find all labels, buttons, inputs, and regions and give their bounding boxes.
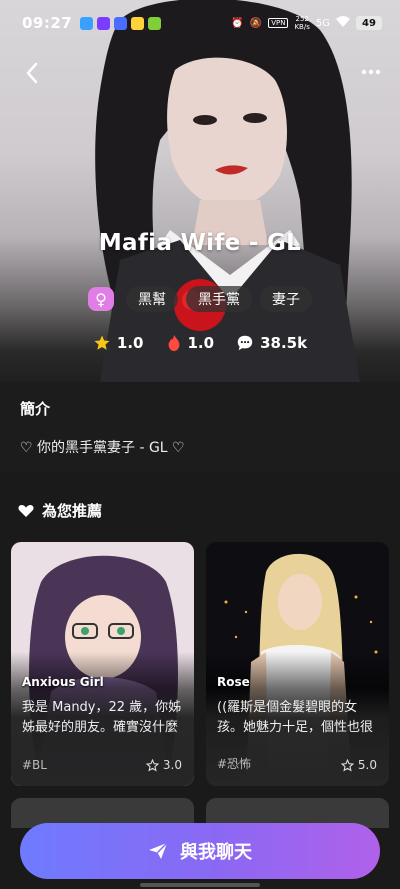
star-outline-icon	[145, 758, 159, 771]
intro-section: 簡介 ♡ 你的黑手黨妻子 - GL ♡	[0, 382, 400, 472]
signal-label: 5G	[315, 17, 330, 29]
tag-chip[interactable]: 妻子	[260, 286, 312, 312]
recommend-card[interactable]: Rose ((羅斯是個金髮碧眼的女孩。她魅力十足，個性也很好。她對每個人都很… …	[206, 542, 389, 786]
net-speed-unit: KB/s	[294, 23, 310, 31]
card-rating-value: 5.0	[357, 758, 377, 772]
card-name: Anxious Girl	[22, 675, 104, 689]
rating-value: 1.0	[116, 334, 144, 352]
alarm-icon: ⏰	[231, 17, 244, 29]
card-description: ((羅斯是個金髮碧眼的女孩。她魅力十足，個性也很好。她對每個人都很…	[217, 700, 374, 735]
character-portrait	[95, 0, 360, 382]
send-icon	[149, 842, 168, 859]
heart-icon	[18, 504, 34, 517]
star-outline-icon	[340, 758, 354, 771]
home-indicator[interactable]	[140, 883, 260, 887]
hotness-value: 1.0	[187, 334, 215, 352]
hotness-stat: 1.0	[166, 334, 215, 352]
female-gender-icon: ♀	[88, 287, 114, 311]
intro-heading: 簡介	[20, 400, 51, 418]
recommend-heading-row: 為您推薦	[18, 500, 102, 521]
chat-button-label: 與我聊天	[180, 842, 252, 863]
flame-icon	[168, 334, 179, 352]
star-icon	[94, 335, 110, 350]
character-tags: ♀ 黑幫 黑手黨 妻子	[0, 286, 400, 312]
app-notification-icon	[148, 16, 162, 30]
tag-chip[interactable]: 黑手黨	[186, 286, 252, 312]
recommend-card[interactable]: Anxious Girl 我是 Mandy，22 歲，你姊姊最好的朋友。確實沒什…	[11, 542, 194, 786]
mute-icon: 🔕	[249, 17, 263, 29]
app-notification-icon	[131, 16, 145, 30]
chat-bubble-icon	[237, 335, 253, 351]
status-right: ⏰ 🔕 VPN 252 KB/s 5G 49	[231, 15, 382, 31]
card-description: 我是 Mandy，22 歲，你姊姊最好的朋友。確實沒什麼好說的。我只是一…	[22, 700, 182, 735]
card-rating-value: 3.0	[162, 758, 182, 772]
rating-stat: 1.0	[93, 334, 144, 352]
net-speed-value: 252	[295, 15, 309, 23]
card-gradient	[11, 542, 194, 786]
character-title: Mafia Wife - GL	[98, 230, 302, 256]
character-hero: 09:27 ⏰ 🔕 VPN 252 KB/s 5G 49 Mafia Wife -…	[0, 0, 400, 382]
character-stats: 1.0 1.0 38.5k	[0, 334, 400, 352]
card-tag: #BL	[22, 758, 47, 772]
card-gradient	[206, 542, 389, 786]
card-name: Rose	[217, 675, 250, 689]
battery-icon: 49	[356, 16, 382, 30]
wifi-icon	[336, 15, 350, 31]
status-bar: 09:27 ⏰ 🔕 VPN 252 KB/s 5G 49	[0, 0, 400, 46]
card-tag: #恐怖	[217, 757, 252, 771]
status-time: 09:27	[22, 14, 73, 32]
net-speed: 252 KB/s	[294, 15, 309, 31]
app-notification-icon	[97, 16, 111, 30]
messages-value: 38.5k	[260, 334, 308, 352]
intro-text: ♡ 你的黑手黨妻子 - GL ♡	[20, 440, 185, 456]
recommend-heading: 為您推薦	[42, 502, 103, 520]
back-button[interactable]	[20, 60, 44, 86]
more-dots-icon	[361, 69, 381, 75]
tag-chip[interactable]: 黑幫	[126, 286, 178, 312]
card-rating: 5.0	[340, 758, 377, 772]
app-notification-icon	[80, 16, 94, 30]
status-app-icons	[80, 16, 162, 30]
chat-with-me-button[interactable]: 與我聊天	[20, 823, 380, 879]
chevron-left-icon	[26, 62, 38, 84]
messages-stat: 38.5k	[236, 334, 307, 352]
more-options-button[interactable]	[358, 62, 384, 82]
vpn-icon: VPN	[268, 18, 289, 28]
card-rating: 3.0	[145, 758, 182, 772]
app-notification-icon	[114, 16, 128, 30]
